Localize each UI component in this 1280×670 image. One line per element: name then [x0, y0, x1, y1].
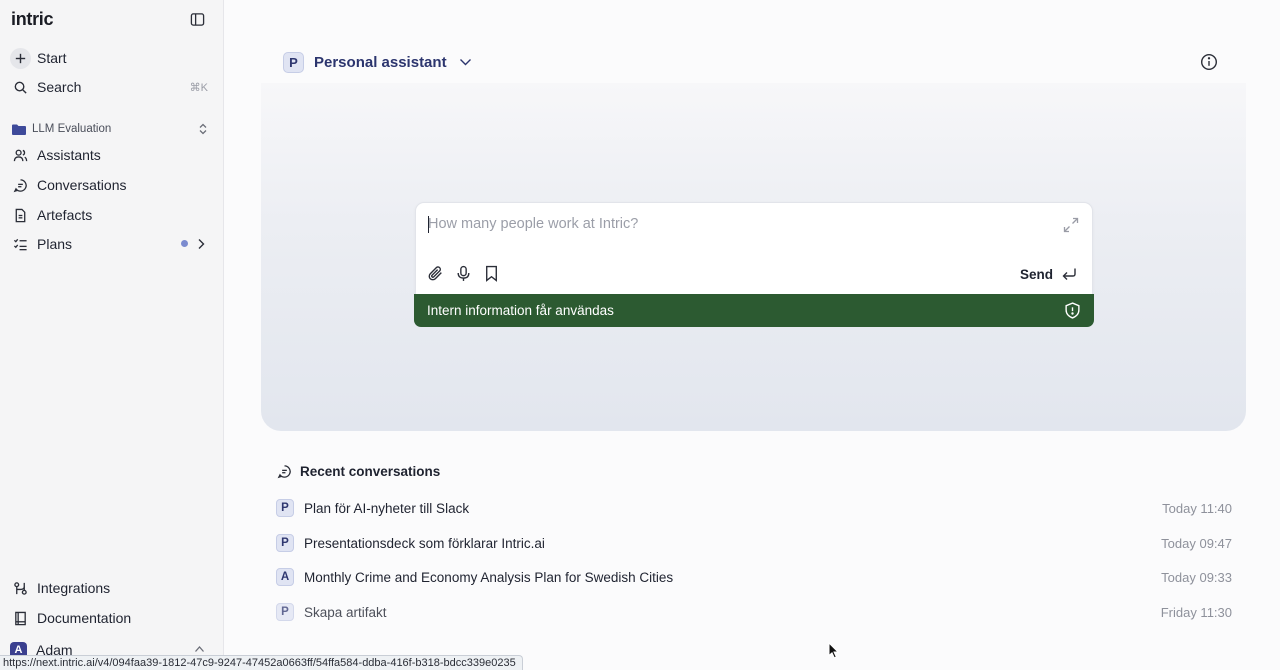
list-item[interactable]: P Skapa artifakt Friday 11:30 [276, 601, 1232, 623]
sidebar-item-label: Artefacts [37, 207, 93, 223]
conversation-title: Presentationsdeck som förklarar Intric.a… [304, 535, 545, 551]
assistant-selector[interactable]: P Personal assistant [283, 51, 472, 73]
search-icon [10, 77, 31, 98]
conversation-title: Plan för AI-nyheter till Slack [304, 500, 470, 516]
conversation-assistant-badge: P [276, 603, 294, 621]
microphone-icon[interactable] [455, 265, 472, 282]
book-icon [10, 608, 31, 629]
recent-title: Recent conversations [300, 464, 441, 479]
plans-status-dot [181, 240, 188, 247]
sidebar-item-label: Start [37, 50, 67, 66]
conversation-time: Friday 11:30 [1160, 604, 1232, 620]
sidebar-item-search[interactable]: Search ⌘K [8, 73, 216, 101]
chevron-up-icon [195, 646, 204, 652]
link-status-bar: https://next.intric.ai/v4/094faa39-1812-… [0, 655, 523, 670]
search-shortcut: ⌘K [189, 81, 208, 94]
list-item[interactable]: A Monthly Crime and Economy Analysis Pla… [276, 566, 1232, 588]
intric-logo[interactable]: intric [11, 9, 54, 30]
conversation-assistant-badge: A [276, 568, 294, 586]
assistant-name: Personal assistant [314, 53, 447, 71]
plus-icon [10, 47, 31, 69]
conversation-time: Today 11:40 [1162, 500, 1232, 516]
list-item[interactable]: P Plan för AI-nyheter till Slack Today 1… [276, 497, 1232, 519]
assistant-badge: P [283, 51, 304, 73]
sidebar-item-label: Plans [37, 236, 73, 252]
sidebar-item-start[interactable]: Start [8, 44, 216, 72]
conversation-title: Skapa artifakt [304, 604, 387, 620]
text-caret [428, 216, 429, 233]
sidebar-item-label: Integrations [37, 580, 111, 596]
space-label: LLM Evaluation [32, 123, 112, 135]
sidebar-item-integrations[interactable]: Integrations [8, 574, 216, 602]
chevron-up-down-icon [199, 123, 207, 135]
sidebar-item-conversations[interactable]: Conversations [8, 171, 216, 199]
users-icon [10, 145, 31, 166]
folder-icon [12, 124, 26, 135]
send-label: Send [1019, 266, 1053, 282]
sidebar-item-assistants[interactable]: Assistants [8, 141, 216, 169]
conversation-assistant-badge: P [276, 499, 294, 517]
conversation-assistant-badge: P [276, 534, 294, 552]
chevron-down-icon [459, 59, 471, 66]
prompt-card: Send Intern information får användas [414, 202, 1094, 327]
prompt-input[interactable] [428, 212, 1028, 236]
shield-icon[interactable] [1064, 302, 1081, 319]
expand-icon[interactable] [1063, 217, 1079, 233]
document-icon [10, 205, 31, 226]
paperclip-icon[interactable] [427, 265, 444, 282]
sidebar-item-artefacts[interactable]: Artefacts [8, 201, 216, 229]
sidebar-toggle-icon[interactable] [190, 12, 207, 29]
conversation-time: Today 09:47 [1161, 535, 1232, 551]
send-button[interactable]: Send [1020, 264, 1077, 284]
security-text: Intern information får användas [427, 303, 614, 318]
main-content: P Personal assistant Send Intern informa… [224, 0, 1280, 670]
list-check-icon [10, 234, 31, 255]
chat-icon [277, 465, 291, 479]
sidebar-item-label: Documentation [37, 610, 132, 626]
list-item[interactable]: P Presentationsdeck som förklarar Intric… [276, 532, 1232, 554]
integrations-icon [10, 578, 31, 599]
sidebar: intric Start Search ⌘K LLM Evaluation As… [0, 0, 224, 670]
chat-icon [10, 175, 31, 196]
sidebar-item-label: Conversations [37, 177, 127, 193]
sidebar-item-documentation[interactable]: Documentation [8, 604, 216, 632]
conversation-time: Today 09:33 [1161, 569, 1232, 585]
security-classification-bar: Intern information får användas [414, 294, 1094, 327]
chevron-right-icon[interactable] [196, 238, 206, 250]
sidebar-item-label: Assistants [37, 147, 101, 163]
conversation-title: Monthly Crime and Economy Analysis Plan … [304, 569, 674, 585]
info-icon[interactable] [1200, 53, 1218, 71]
space-selector[interactable]: LLM Evaluation [12, 120, 212, 138]
sidebar-item-label: Search [37, 79, 82, 95]
mouse-cursor-icon [828, 642, 840, 659]
bookmark-icon[interactable] [483, 265, 500, 282]
enter-icon [1062, 268, 1076, 280]
prompt-box: Send [415, 202, 1093, 296]
recent-conversations-heading: Recent conversations [277, 464, 440, 479]
